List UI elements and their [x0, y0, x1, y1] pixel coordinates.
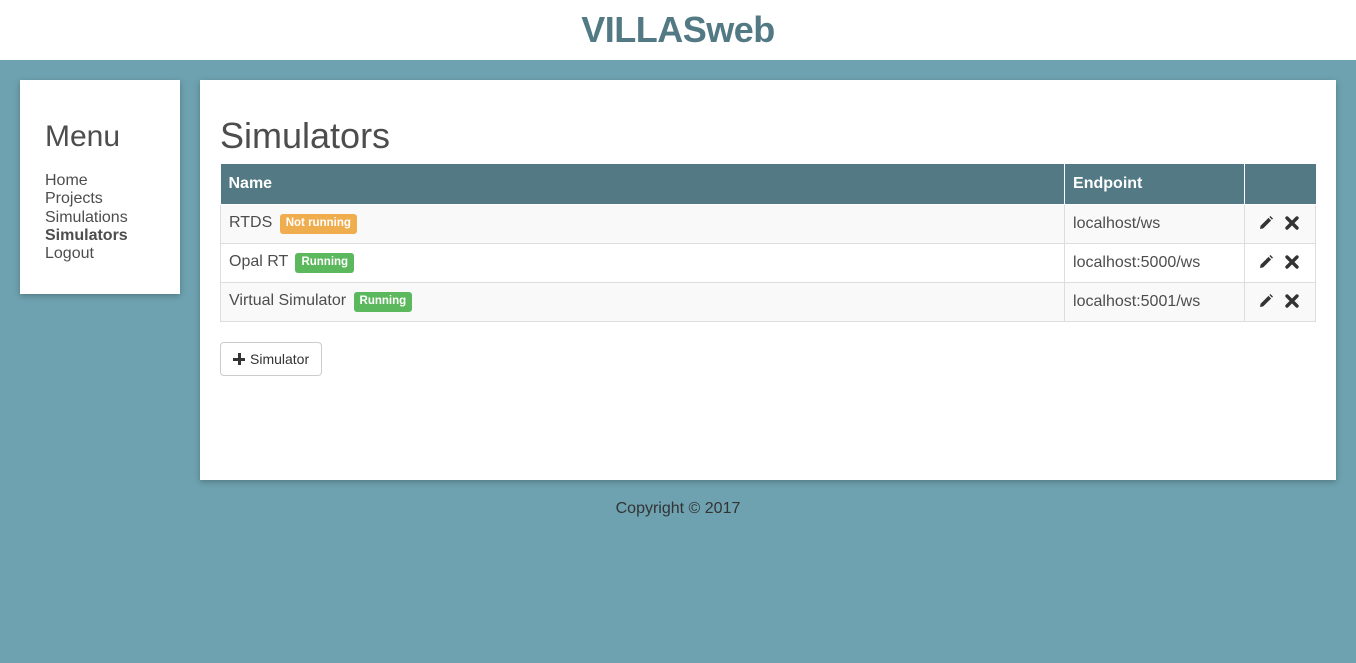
simulator-endpoint: localhost/ws — [1064, 203, 1245, 244]
remove-icon[interactable] — [1283, 253, 1301, 271]
simulator-name-cell: Opal RT Running — [219, 242, 1066, 283]
status-badge: Not running — [279, 213, 357, 234]
add-simulator-label: Simulator — [250, 351, 310, 367]
sidebar-menu: Menu Home Projects Simulations Simulator… — [20, 80, 180, 294]
table-row: Opal RT Running localhost:5000/ws — [219, 242, 1316, 283]
menu-item-logout: Logout — [45, 245, 155, 263]
column-header-endpoint: Endpoint — [1064, 164, 1245, 205]
simulator-name: Opal RT — [229, 252, 288, 270]
column-header-name: Name — [220, 164, 1066, 205]
menu-item-projects: Projects — [45, 190, 155, 208]
status-badge: Running — [353, 291, 413, 312]
table-row: Virtual Simulator Running localhost:5001… — [219, 281, 1316, 322]
simulator-name-cell: RTDS Not running — [219, 203, 1066, 244]
remove-icon[interactable] — [1283, 292, 1301, 310]
actions-cell — [1244, 281, 1316, 322]
remove-icon[interactable] — [1283, 214, 1301, 232]
menu-item-home: Home — [45, 172, 155, 190]
menu-link-simulators[interactable]: Simulators — [45, 227, 128, 244]
pencil-icon[interactable] — [1257, 214, 1275, 232]
actions-cell — [1244, 242, 1316, 283]
simulator-endpoint: localhost:5000/ws — [1064, 242, 1245, 283]
pencil-icon[interactable] — [1257, 292, 1275, 310]
menu-link-home[interactable]: Home — [45, 172, 88, 189]
simulator-name: RTDS — [229, 213, 273, 231]
simulator-endpoint: localhost:5001/ws — [1064, 281, 1245, 322]
menu-link-simulations[interactable]: Simulations — [45, 209, 128, 226]
column-header-actions — [1244, 164, 1316, 205]
actions-cell — [1244, 203, 1316, 244]
footer: Copyright © 2017 — [200, 500, 1156, 518]
plus-icon — [233, 353, 245, 365]
menu-item-simulators: Simulators — [45, 227, 155, 245]
add-simulator-button[interactable]: Simulator — [220, 342, 323, 376]
copyright-text: Copyright © 2017 — [615, 500, 741, 517]
pencil-icon[interactable] — [1257, 253, 1275, 271]
menu-link-projects[interactable]: Projects — [45, 190, 103, 207]
content-panel: Simulators Name Endpoint RTDS Not runnin… — [200, 80, 1336, 480]
app-title: VILLASweb — [581, 9, 775, 50]
simulators-table: Name Endpoint RTDS Not running localhost… — [219, 164, 1316, 322]
app-header: VILLASweb — [0, 0, 1356, 60]
menu-title: Menu — [45, 120, 121, 153]
menu-list: Home Projects Simulations Simulators Log… — [45, 172, 155, 263]
app-body: Menu Home Projects Simulations Simulator… — [0, 60, 1356, 663]
page-title: Simulators — [220, 115, 391, 156]
table-row: RTDS Not running localhost/ws — [219, 203, 1316, 244]
menu-link-logout[interactable]: Logout — [45, 245, 94, 262]
status-badge: Running — [295, 252, 355, 273]
simulator-name-cell: Virtual Simulator Running — [219, 281, 1066, 322]
table-header-row: Name Endpoint — [220, 164, 1316, 205]
menu-item-simulations: Simulations — [45, 209, 155, 227]
simulator-name: Virtual Simulator — [229, 291, 347, 309]
